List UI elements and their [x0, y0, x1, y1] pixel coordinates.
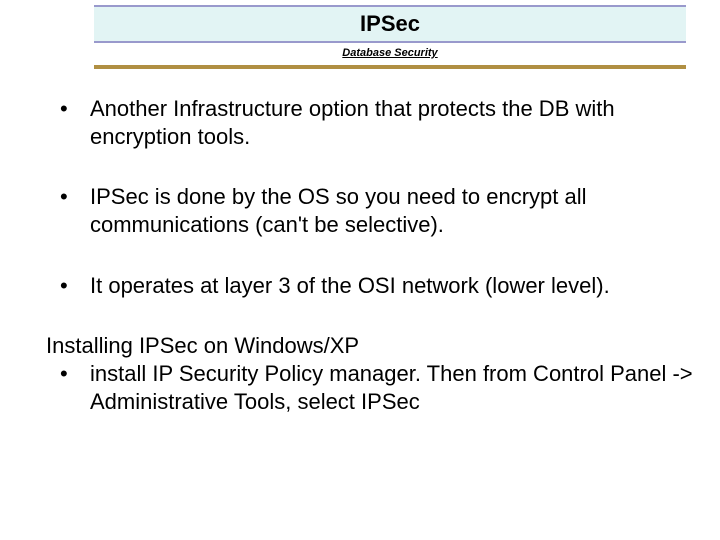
main-bullet-list: Another Infrastructure option that prote…: [46, 95, 700, 300]
list-item: Another Infrastructure option that prote…: [46, 95, 700, 151]
bullet-text: IPSec is done by the OS so you need to e…: [90, 184, 587, 237]
slide: IPSec Database Security Another Infrastr…: [0, 5, 720, 540]
sub-bullet-list: install IP Security Policy manager. Then…: [46, 360, 700, 416]
slide-title: IPSec: [360, 11, 420, 36]
subtitle-row: Database Security: [94, 43, 686, 69]
list-item: IPSec is done by the OS so you need to e…: [46, 183, 700, 239]
list-item: It operates at layer 3 of the OSI networ…: [46, 272, 700, 300]
title-band: IPSec: [94, 5, 686, 43]
section-paragraph: Installing IPSec on Windows/XP: [46, 332, 700, 360]
bullet-text: Another Infrastructure option that prote…: [90, 96, 615, 149]
bullet-text: It operates at layer 3 of the OSI networ…: [90, 273, 610, 298]
slide-subtitle: Database Security: [342, 47, 437, 59]
bullet-text: install IP Security Policy manager. Then…: [90, 361, 693, 414]
slide-body: Another Infrastructure option that prote…: [0, 95, 720, 416]
list-item: install IP Security Policy manager. Then…: [46, 360, 700, 416]
